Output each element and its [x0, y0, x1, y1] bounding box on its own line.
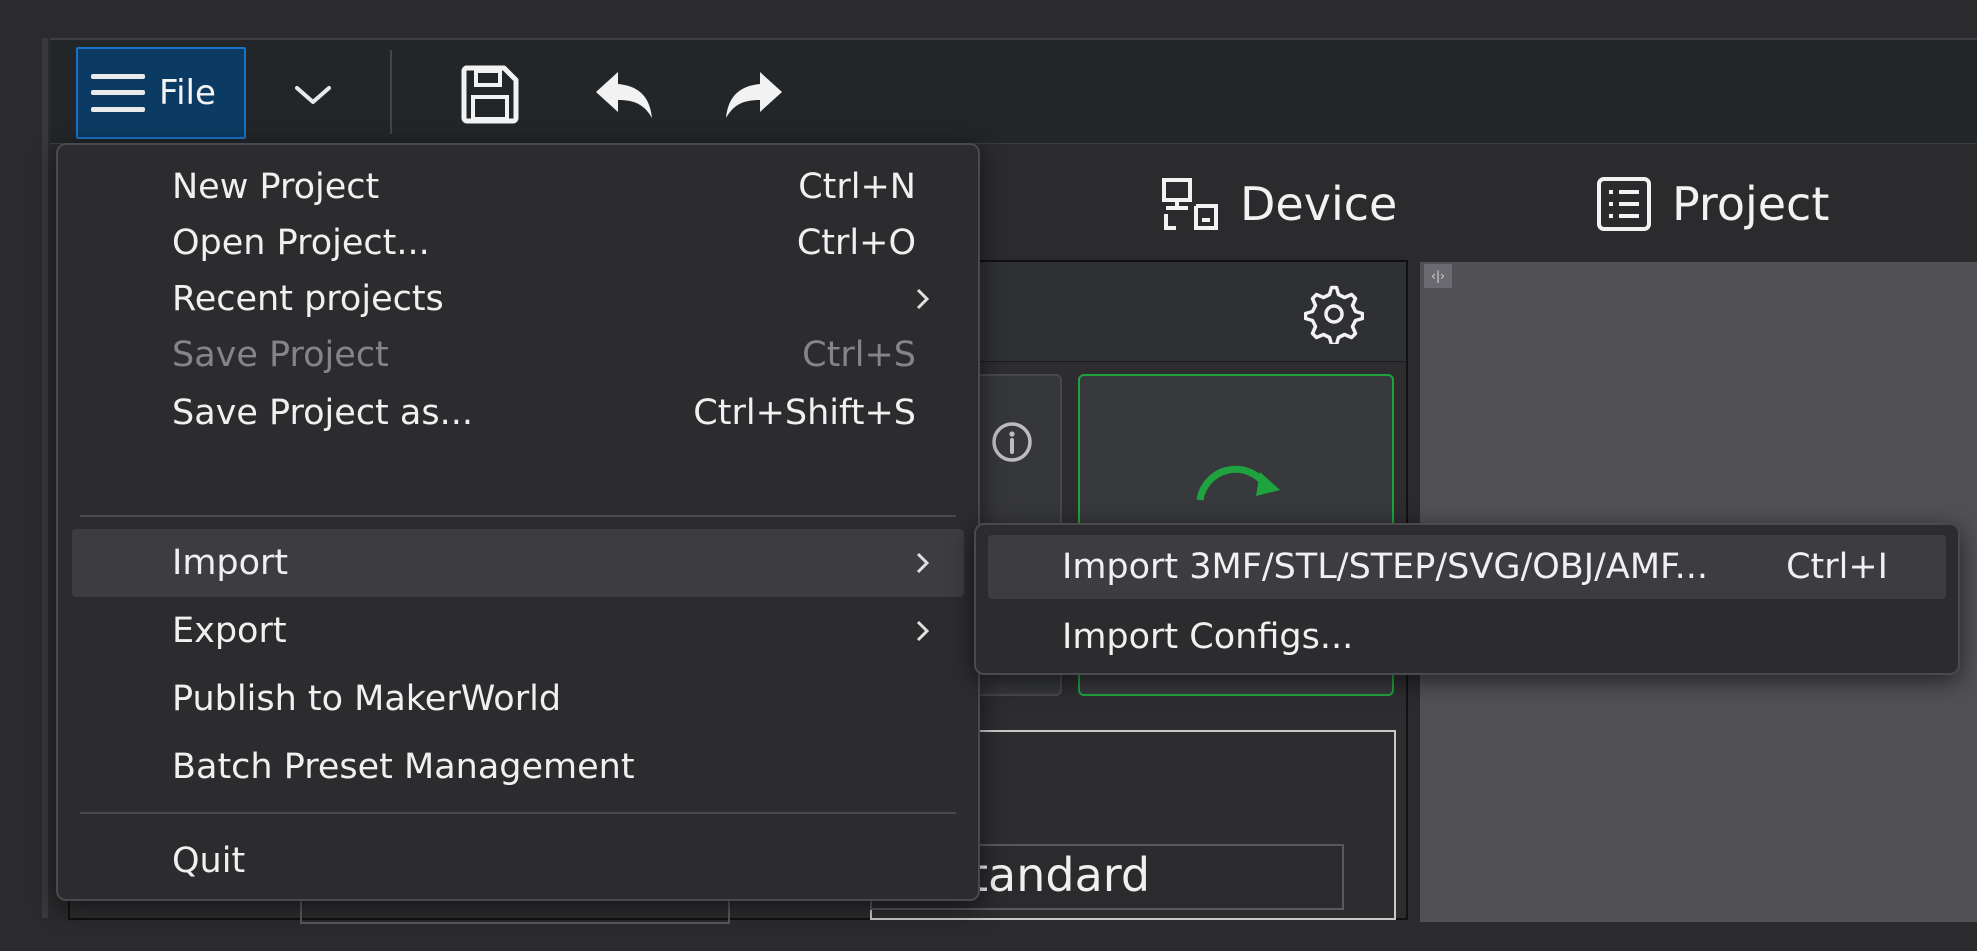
menu-item-quit[interactable]: Quit: [72, 827, 964, 895]
menu-item-shortcut: Ctrl+O: [796, 223, 916, 263]
menu-item-export[interactable]: Export: [72, 597, 964, 665]
menu-item-label: Import Configs...: [1062, 617, 1354, 657]
hamburger-menu-icon: [91, 70, 145, 116]
tab-device-label: Device: [1240, 177, 1398, 231]
chevron-right-icon: [916, 552, 930, 574]
undo-icon: [596, 72, 652, 118]
project-list-icon: [1597, 177, 1651, 231]
save-button[interactable]: [458, 64, 522, 124]
menu-item-label: Import: [172, 543, 289, 583]
file-menu: New Project Ctrl+N Open Project... Ctrl+…: [56, 143, 980, 901]
toolbar-separator: [390, 50, 392, 134]
chevron-down-icon: [295, 86, 331, 104]
tab-device[interactable]: Device: [1160, 164, 1397, 244]
menu-item-label: Import 3MF/STL/STEP/SVG/OBJ/AMF...: [1062, 547, 1708, 587]
menu-item-import[interactable]: Import: [72, 529, 964, 597]
settings-button[interactable]: [1303, 284, 1365, 347]
save-icon: [461, 65, 519, 124]
import-submenu: Import 3MF/STL/STEP/SVG/OBJ/AMF... Ctrl+…: [974, 523, 1960, 675]
menu-item-label: Publish to MakerWorld: [172, 679, 562, 719]
tab-project[interactable]: Project: [1596, 164, 1829, 244]
gear-icon: [1303, 285, 1365, 347]
chevron-right-icon: [916, 620, 930, 642]
menu-separator: [80, 515, 956, 517]
tab-project-label: Project: [1672, 177, 1830, 231]
process-preset-value: tandard: [970, 848, 1151, 902]
menu-item-batch-preset-management[interactable]: Batch Preset Management: [72, 733, 964, 801]
toolbar-dropdown-button[interactable]: [280, 70, 346, 120]
menu-item-label: Save Project as...: [172, 393, 473, 433]
menu-item-shortcut: Ctrl+Shift+S: [693, 393, 916, 433]
menu-item-label: Quit: [172, 841, 246, 881]
window-frame-left: [42, 38, 48, 918]
menu-separator: [80, 812, 956, 814]
file-menu-label: File: [159, 73, 216, 113]
info-icon[interactable]: [990, 420, 1034, 464]
menu-item-publish-makerworld[interactable]: Publish to MakerWorld: [72, 665, 964, 733]
redo-icon: [726, 72, 782, 118]
menu-item-label: New Project: [172, 167, 380, 207]
chevron-right-icon: [916, 288, 930, 310]
menu-item-import-configs[interactable]: Import Configs...: [988, 605, 1946, 669]
menu-item-label: Export: [172, 611, 287, 651]
menu-item-save-project-as[interactable]: Save Project as... Ctrl+Shift+S: [72, 379, 964, 447]
menu-item-shortcut: Ctrl+S: [802, 335, 916, 375]
viewport-tag[interactable]: ‹|›: [1424, 264, 1452, 288]
menu-item-label: Open Project...: [172, 223, 430, 263]
menu-item-label: Recent projects: [172, 279, 444, 319]
redo-button[interactable]: [722, 64, 786, 124]
file-menu-button[interactable]: File: [76, 47, 246, 139]
menu-item-import-models[interactable]: Import 3MF/STL/STEP/SVG/OBJ/AMF... Ctrl+…: [988, 535, 1946, 599]
menu-item-label: Batch Preset Management: [172, 747, 635, 787]
device-icon: [1162, 178, 1218, 230]
menu-item-shortcut: Ctrl+I: [1786, 547, 1888, 587]
menu-item-shortcut: Ctrl+N: [798, 167, 916, 207]
menu-item-label: Save Project: [172, 335, 389, 375]
undo-button[interactable]: [592, 64, 656, 124]
